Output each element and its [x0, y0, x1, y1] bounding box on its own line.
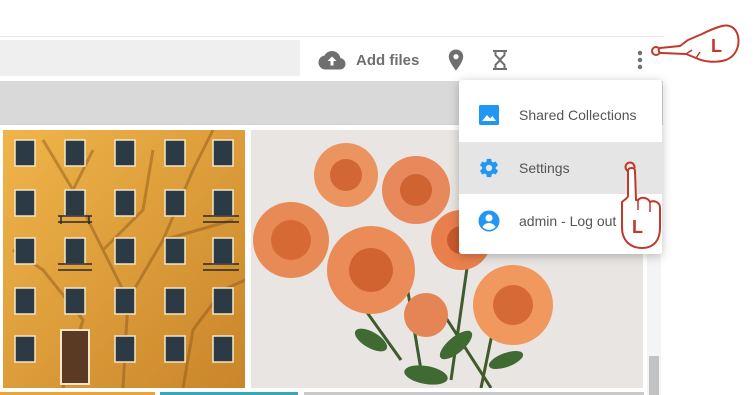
cloud-upload-icon	[318, 51, 346, 70]
photo-tile-building[interactable]	[3, 130, 245, 388]
pointing-hand-right-annotation-icon: L	[651, 24, 740, 63]
more-menu-button[interactable]	[628, 47, 652, 73]
map-marker-icon	[448, 49, 464, 71]
more-vertical-icon	[637, 50, 643, 70]
menu-item-label: Shared Collections	[519, 107, 637, 123]
menu-item-label: admin - Log out	[519, 213, 617, 229]
menu-item-shared-collections[interactable]: Shared Collections	[459, 89, 662, 141]
menu-item-label: Settings	[519, 160, 570, 176]
add-files-label: Add files	[356, 51, 420, 69]
places-button[interactable]	[444, 47, 468, 73]
header-bar: Add files	[0, 37, 663, 81]
hourglass-icon	[493, 50, 507, 70]
hand-letter: L	[711, 36, 722, 56]
account-icon	[477, 209, 501, 233]
building-photo-image	[3, 130, 245, 388]
search-input[interactable]	[0, 40, 300, 76]
image-icon	[477, 103, 501, 127]
hand-letter: L	[632, 217, 643, 237]
top-blank-area	[0, 0, 756, 36]
gear-icon	[477, 156, 501, 180]
add-files-button[interactable]: Add files	[318, 47, 419, 73]
timeline-button[interactable]	[488, 47, 512, 73]
scrollbar-thumb[interactable]	[649, 356, 659, 395]
pointing-hand-down-annotation-icon: L	[621, 161, 661, 249]
